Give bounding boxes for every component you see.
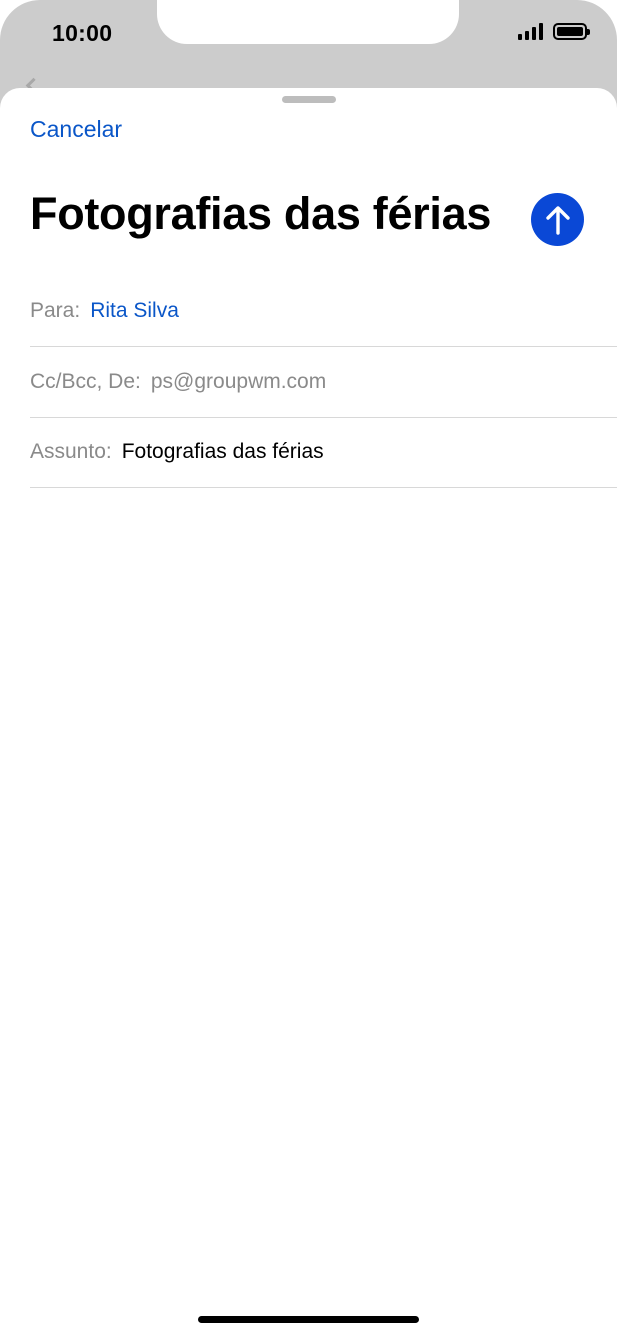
subject-label: Assunto: <box>30 440 112 463</box>
battery-icon <box>553 23 590 40</box>
phone-screen: 10:00 Cancelar Fotografias das férias Pa… <box>0 0 617 1336</box>
screen-corner <box>0 0 40 40</box>
compose-sheet: Cancelar Fotografias das férias Para: Ri… <box>0 88 617 1336</box>
subject-value[interactable]: Fotografias das férias <box>122 440 324 464</box>
notch <box>157 0 459 44</box>
cellular-signal-icon <box>518 23 543 40</box>
home-indicator[interactable] <box>198 1316 419 1323</box>
status-time: 10:00 <box>52 20 113 46</box>
send-button[interactable] <box>531 193 584 246</box>
sheet-grabber[interactable] <box>282 96 336 103</box>
to-field[interactable]: Para: Rita Silva <box>30 276 617 347</box>
recipient-token[interactable]: Rita Silva <box>90 299 179 323</box>
from-address[interactable]: ps@groupwm.com <box>151 370 326 394</box>
cc-label: Cc/Bcc, De: <box>30 370 141 393</box>
arrow-up-icon <box>545 205 570 235</box>
cc-bcc-from-field[interactable]: Cc/Bcc, De: ps@groupwm.com <box>30 347 617 418</box>
status-icons <box>518 23 590 40</box>
compose-title: Fotografias das férias <box>30 188 492 239</box>
subject-field[interactable]: Assunto: Fotografias das férias <box>30 417 617 488</box>
to-label: Para: <box>30 299 81 322</box>
cancel-button[interactable]: Cancelar <box>30 116 122 143</box>
